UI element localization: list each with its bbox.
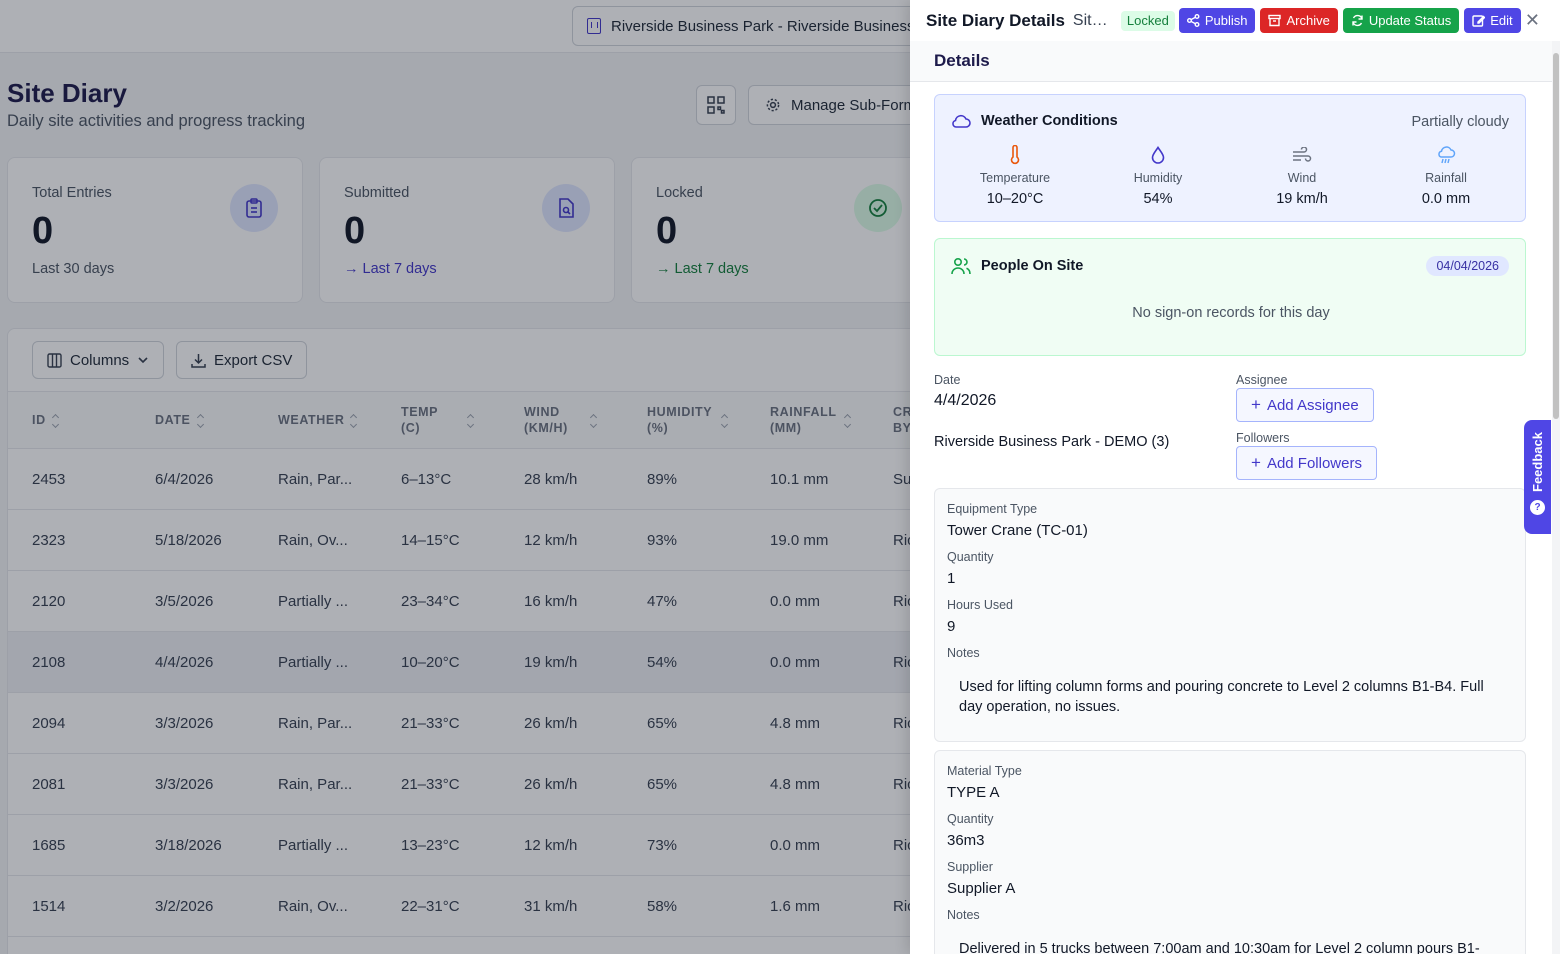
equipment-notes-value: Used for lifting column forms and pourin…: [959, 679, 1484, 715]
scrollbar-thumb[interactable]: [1553, 53, 1559, 419]
weather-wind: Wind 19 km/h: [1247, 143, 1357, 207]
update-status-button[interactable]: Update Status: [1342, 8, 1460, 33]
cloud-rain-icon: [1391, 143, 1501, 167]
plus-icon: +: [1251, 395, 1261, 414]
cloud-icon: [952, 114, 971, 128]
details-section-title: Details: [910, 41, 1552, 82]
drawer-subtitle: Site Diary: [1072, 11, 1113, 29]
equipment-card: Equipment Type Tower Crane (TC-01) Quant…: [934, 488, 1526, 742]
archive-icon: [1268, 14, 1282, 27]
weather-humidity: Humidity 54%: [1103, 143, 1213, 207]
feedback-label: Feedback: [1530, 432, 1545, 492]
date-label: Date: [934, 373, 961, 387]
share-icon: [1186, 14, 1200, 27]
equipment-type-value: Tower Crane (TC-01): [947, 522, 1088, 539]
weather-rainfall: Rainfall 0.0 mm: [1391, 143, 1501, 207]
followers-label: Followers: [1236, 431, 1290, 445]
thermometer-icon: [960, 143, 1070, 167]
material-notes-value: Delivered in 5 trucks between 7:00am and…: [959, 941, 1480, 954]
add-followers-button[interactable]: + Add Followers: [1236, 446, 1377, 480]
drawer-body[interactable]: Details Weather Conditions Partially clo…: [910, 41, 1552, 954]
material-type-value: TYPE A: [947, 784, 1000, 801]
droplet-icon: [1103, 143, 1213, 167]
drawer-scrollbar[interactable]: [1552, 41, 1560, 954]
material-quantity-value: 36m3: [947, 832, 985, 849]
people-title: People On Site: [981, 258, 1084, 274]
people-on-site-card: People On Site 04/04/2026 No sign-on rec…: [934, 238, 1526, 356]
feedback-tab[interactable]: Feedback ?: [1524, 420, 1551, 534]
edit-icon: [1472, 15, 1486, 27]
plus-icon: +: [1251, 453, 1261, 472]
equipment-hours-value: 9: [947, 618, 956, 635]
close-icon[interactable]: ✕: [1525, 10, 1540, 31]
help-icon: ?: [1530, 499, 1545, 515]
archive-button[interactable]: Archive: [1260, 8, 1338, 33]
status-badge: Locked: [1120, 10, 1175, 31]
weather-conditions-card: Weather Conditions Partially cloudy Temp…: [934, 94, 1526, 222]
material-card: Material Type TYPE A Quantity 36m3 Suppl…: [934, 750, 1526, 954]
add-assignee-button[interactable]: + Add Assignee: [1236, 388, 1374, 422]
edit-button[interactable]: Edit: [1464, 8, 1521, 33]
drawer-header: Site Diary Details Site Diary Locked Pub…: [910, 0, 1560, 41]
refresh-icon: [1352, 14, 1363, 27]
equipment-quantity-value: 1: [947, 570, 956, 587]
site-diary-details-drawer: Site Diary Details Site Diary Locked Pub…: [910, 0, 1560, 954]
date-value: 4/4/2026: [934, 392, 997, 409]
people-empty-message: No sign-on records for this day: [1132, 305, 1330, 321]
project-value: Riverside Business Park - DEMO (3): [934, 434, 1170, 450]
weather-temperature: Temperature 10–20°C: [960, 143, 1070, 207]
users-icon: [951, 257, 971, 275]
modal-backdrop[interactable]: [0, 0, 910, 954]
drawer-title: Site Diary Details: [926, 10, 1065, 30]
weather-title: Weather Conditions: [981, 113, 1118, 129]
publish-button[interactable]: Publish: [1178, 8, 1256, 33]
wind-icon: [1247, 143, 1357, 167]
assignee-label: Assignee: [1236, 373, 1288, 387]
weather-condition: Partially cloudy: [1411, 114, 1509, 130]
people-date-badge: 04/04/2026: [1426, 256, 1509, 276]
material-supplier-value: Supplier A: [947, 880, 1016, 897]
